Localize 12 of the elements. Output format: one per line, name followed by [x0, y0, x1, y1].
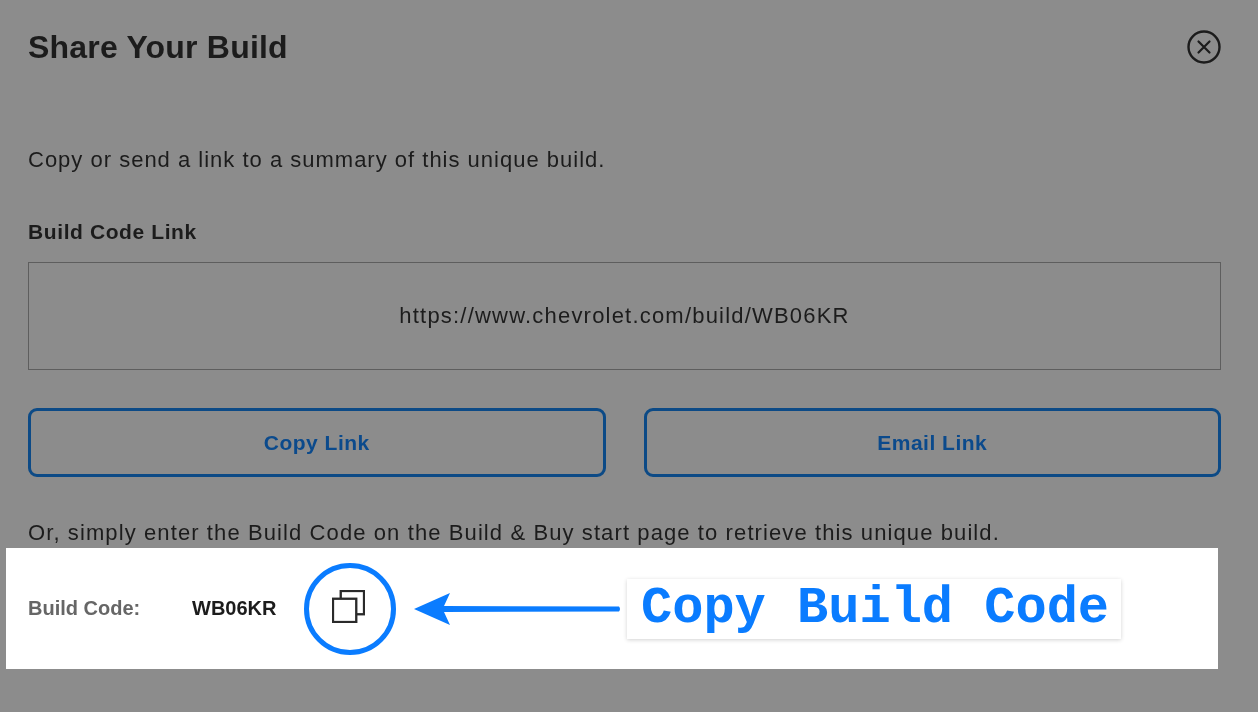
dialog-title: Share Your Build: [28, 28, 288, 67]
description-text: Copy or send a link to a summary of this unique build.: [28, 146, 606, 174]
close-icon[interactable]: [1187, 30, 1221, 64]
field-label: Build Code Link: [28, 219, 197, 245]
callout-label: Copy Build Code: [627, 578, 1122, 639]
build-code-label: Build Code:: [28, 597, 142, 620]
copy-icon[interactable]: [331, 590, 365, 623]
build-code-value: WB06KR: [192, 597, 278, 620]
link-field[interactable]: https://www.chevrolet.com/build/WB06KR: [28, 262, 1221, 370]
link-button[interactable]: Email Link: [643, 408, 1221, 477]
hint-text: Or, simply enter the Build Code on the Build & Buy start page to retrieve this unique build.: [28, 519, 1000, 547]
link-button[interactable]: Copy Link: [28, 408, 606, 477]
